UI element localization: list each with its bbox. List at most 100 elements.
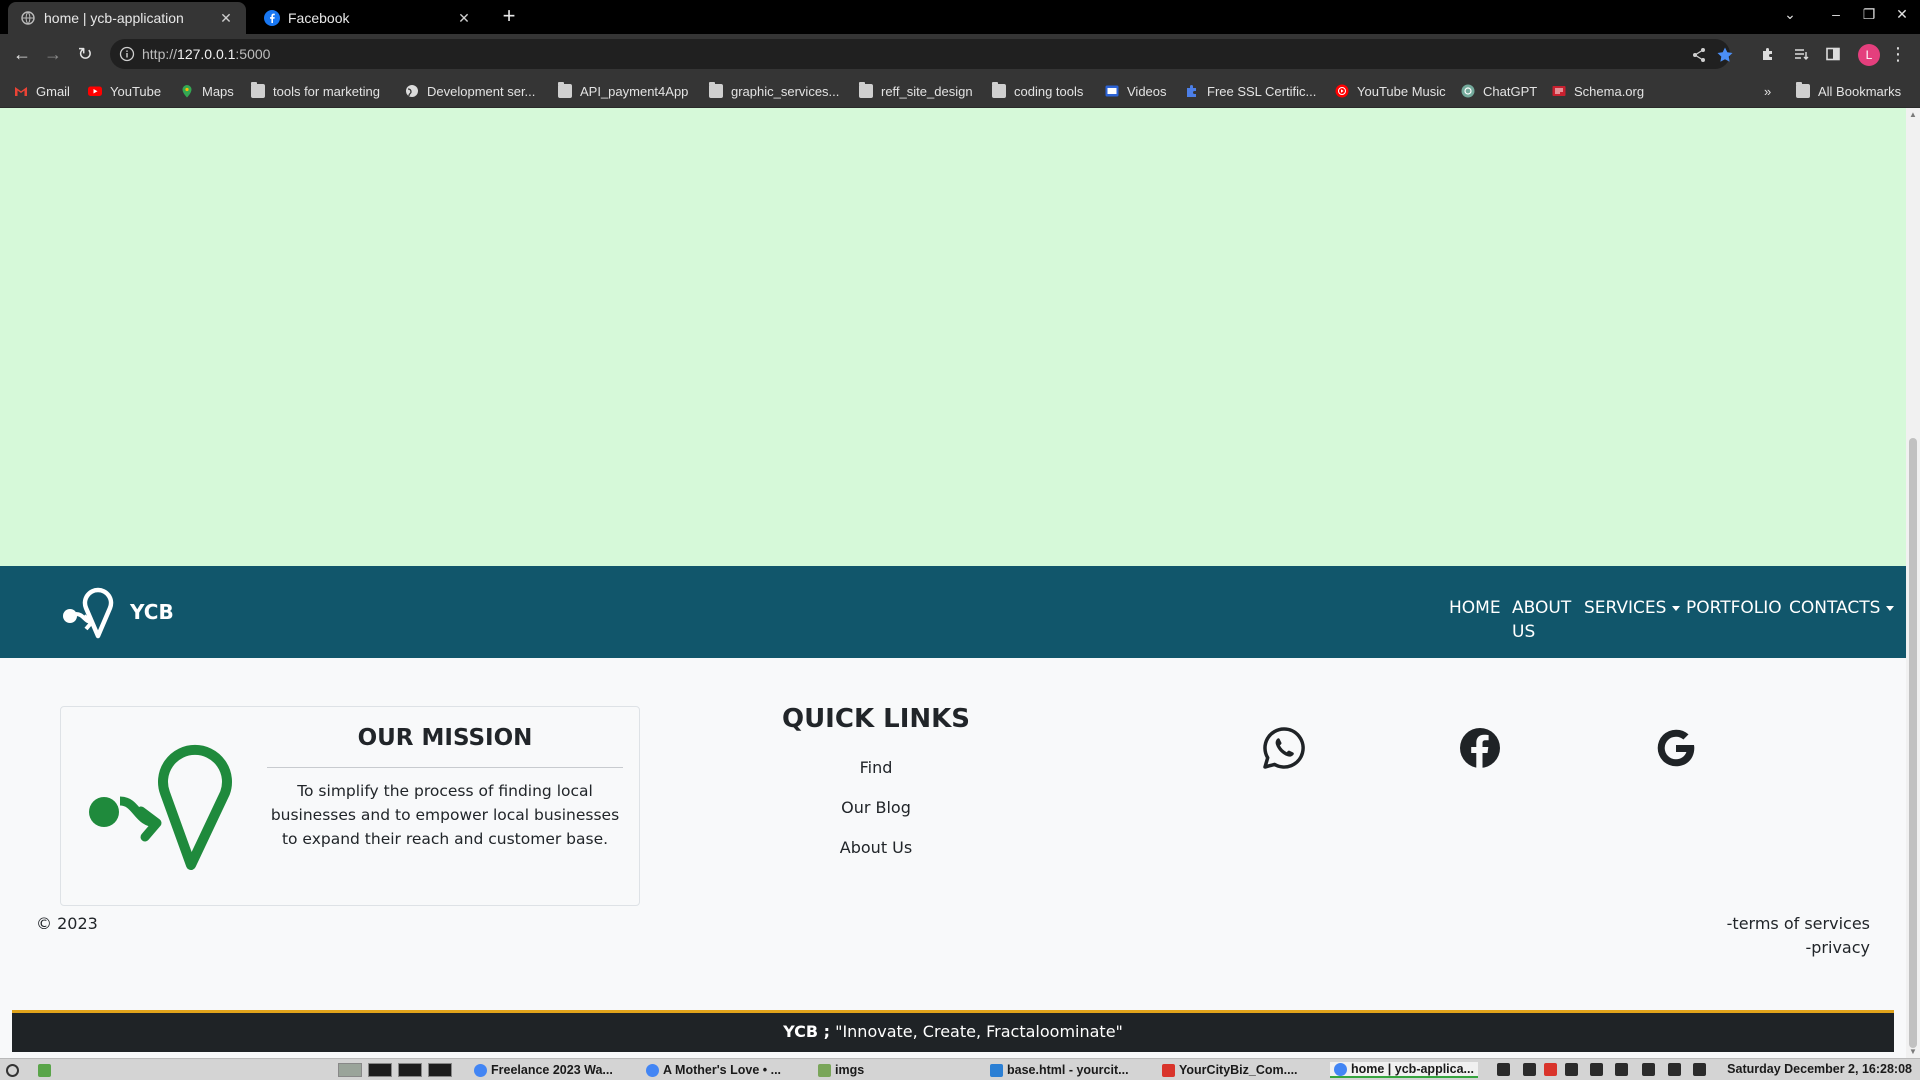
nav-about-line1: ABOUT — [1512, 598, 1572, 618]
close-tab-icon[interactable]: ✕ — [218, 10, 234, 27]
scroll-up-arrow-icon[interactable]: ▲ — [1908, 110, 1918, 119]
bookmark-folder-graphic-services[interactable]: graphic_services... — [709, 82, 839, 100]
tab-title: Facebook — [288, 10, 350, 26]
nav-about-us[interactable]: ABOUT US — [1512, 596, 1571, 644]
taskbar-app-yourcitybiz[interactable]: YourCityBiz_Com.... — [1162, 1062, 1298, 1078]
site-info-icon[interactable] — [118, 45, 136, 63]
taskbar-app-ycb-home[interactable]: home | ycb-applica... — [1330, 1062, 1478, 1078]
wps-icon — [1162, 1063, 1175, 1077]
bookmark-folder-coding-tools[interactable]: coding tools — [992, 82, 1083, 100]
whatsapp-icon[interactable] — [1262, 726, 1306, 770]
tab-facebook[interactable]: Facebook ✕ — [252, 2, 484, 34]
tray-shield-icon[interactable] — [1615, 1063, 1628, 1076]
terms-link[interactable]: -terms of services — [1727, 914, 1870, 933]
close-window-icon[interactable]: ✕ — [1892, 6, 1912, 23]
workspace-2[interactable] — [368, 1063, 392, 1077]
start-menu-icon[interactable] — [6, 1062, 23, 1078]
show-desktop-icon[interactable] — [38, 1062, 55, 1078]
tray-display-icon[interactable] — [1497, 1063, 1510, 1076]
taskbar-app-label: imgs — [835, 1063, 865, 1077]
tab-home-ycb[interactable]: home | ycb-application ✕ — [8, 2, 246, 34]
tray-sound-icon[interactable] — [1693, 1063, 1706, 1076]
bookmark-youtube-music[interactable]: YouTube Music — [1335, 82, 1446, 100]
quick-link-about-us[interactable]: About Us — [776, 838, 976, 857]
taskbar-app-mothers-love[interactable]: A Mother's Love • ... — [646, 1062, 781, 1078]
quick-link-our-blog[interactable]: Our Blog — [776, 798, 976, 817]
bookmark-schema-org[interactable]: Schema.org — [1552, 82, 1644, 100]
bookmark-videos[interactable]: Videos — [1105, 82, 1167, 100]
folder-icon — [818, 1063, 831, 1077]
bookmark-label: graphic_services... — [731, 83, 840, 99]
nav-portfolio[interactable]: PORTFOLIO — [1686, 596, 1782, 620]
bookmark-star-icon[interactable] — [1716, 46, 1734, 64]
nav-services-dropdown[interactable]: SERVICES — [1584, 596, 1681, 620]
tray-bluetooth-icon[interactable] — [1565, 1063, 1578, 1076]
bookmark-free-ssl[interactable]: Free SSL Certific... — [1185, 82, 1316, 100]
all-bookmarks-folder[interactable]: All Bookmarks — [1796, 82, 1901, 100]
url-host: 127.0.0.1 — [177, 46, 236, 62]
new-tab-button[interactable]: + — [498, 5, 520, 28]
tray-wifi-icon[interactable] — [1668, 1063, 1681, 1076]
bookmark-folder-api-payment[interactable]: API_payment4App — [558, 82, 688, 100]
bookmark-chatgpt[interactable]: ChatGPT — [1461, 82, 1537, 100]
folder-icon — [859, 82, 873, 98]
tray-clipboard-icon[interactable] — [1523, 1063, 1536, 1076]
workspace-3[interactable] — [398, 1063, 422, 1077]
forward-arrow-icon[interactable]: → — [41, 42, 65, 66]
chatgpt-icon — [1461, 84, 1475, 98]
folder-icon — [251, 82, 265, 98]
bookmark-label: All Bookmarks — [1818, 83, 1902, 99]
back-arrow-icon[interactable]: ← — [10, 42, 34, 66]
facebook-icon[interactable] — [1458, 726, 1502, 770]
nav-home[interactable]: HOME — [1449, 596, 1501, 620]
bookmark-development[interactable]: Development ser... — [405, 82, 535, 100]
reload-icon[interactable]: ↻ — [73, 42, 97, 66]
scroll-down-arrow-icon[interactable]: ▼ — [1908, 1047, 1918, 1056]
ycb-green-logo-icon — [89, 744, 232, 870]
tray-doc-icon[interactable] — [1642, 1063, 1655, 1076]
taskbar-app-freelance[interactable]: Freelance 2023 Wa... — [474, 1062, 613, 1078]
page-scrollbar[interactable]: ▲ ▼ — [1906, 108, 1920, 1058]
profile-avatar[interactable]: L — [1858, 44, 1880, 66]
scrollbar-thumb[interactable] — [1909, 438, 1917, 1048]
tray-notes-icon[interactable] — [1590, 1063, 1603, 1076]
url-scheme: http:// — [142, 46, 178, 62]
quick-link-find[interactable]: Find — [776, 758, 976, 777]
bookmark-label: Gmail — [36, 83, 70, 99]
bookmark-folder-reff-site-design[interactable]: reff_site_design — [859, 82, 973, 100]
quick-links-title: QUICK LINKS — [781, 704, 971, 734]
tray-wps-icon[interactable] — [1544, 1063, 1557, 1076]
minimize-icon[interactable]: – — [1826, 6, 1846, 22]
taskbar-app-imgs[interactable]: imgs — [818, 1062, 864, 1078]
close-tab-icon[interactable]: ✕ — [456, 10, 472, 27]
share-icon[interactable] — [1690, 46, 1708, 64]
bookmark-maps[interactable]: Maps — [180, 82, 234, 100]
workspace-4[interactable] — [428, 1063, 452, 1077]
restore-icon[interactable]: ❐ — [1859, 6, 1879, 23]
google-icon[interactable] — [1654, 726, 1698, 770]
brand-name: YCB — [130, 600, 174, 624]
bookmark-youtube[interactable]: YouTube — [88, 82, 161, 100]
bookmark-gmail[interactable]: Gmail — [14, 82, 70, 100]
taskbar-app-label: YourCityBiz_Com.... — [1179, 1063, 1298, 1077]
bookmarks-overflow-chevron-icon[interactable]: » — [1764, 82, 1771, 100]
tab-search-chevron-icon[interactable]: ⌄ — [1780, 6, 1800, 23]
navbar-brand[interactable]: YCB — [62, 584, 174, 640]
workspace-1[interactable] — [338, 1063, 362, 1077]
taskbar-app-label: Freelance 2023 Wa... — [491, 1063, 613, 1077]
bookmark-folder-tools-marketing[interactable]: tools for marketing — [251, 82, 380, 100]
side-panel-icon[interactable] — [1821, 42, 1845, 66]
kebab-menu-icon[interactable]: ⋮ — [1886, 42, 1910, 66]
youtube-icon — [88, 84, 102, 98]
taskbar-app-vscode[interactable]: base.html - yourcit... — [990, 1062, 1129, 1078]
schema-icon — [1552, 84, 1566, 98]
tagline-quote: "Innovate, Create, Fractaloominate" — [830, 1022, 1123, 1041]
extensions-puzzle-icon[interactable] — [1756, 42, 1780, 66]
nav-contacts-dropdown[interactable]: CONTACTS — [1789, 596, 1895, 620]
privacy-link[interactable]: -privacy — [1806, 938, 1871, 957]
reading-list-icon[interactable] — [1789, 42, 1813, 66]
bookmark-label: tools for marketing — [273, 83, 380, 99]
taskbar-clock[interactable]: Saturday December 2, 16:28:08 — [1727, 1062, 1912, 1076]
address-bar[interactable]: http://127.0.0.1:5000 — [110, 39, 1733, 69]
tagline-bar: YCB ; "Innovate, Create, Fractaloominate… — [12, 1010, 1894, 1052]
